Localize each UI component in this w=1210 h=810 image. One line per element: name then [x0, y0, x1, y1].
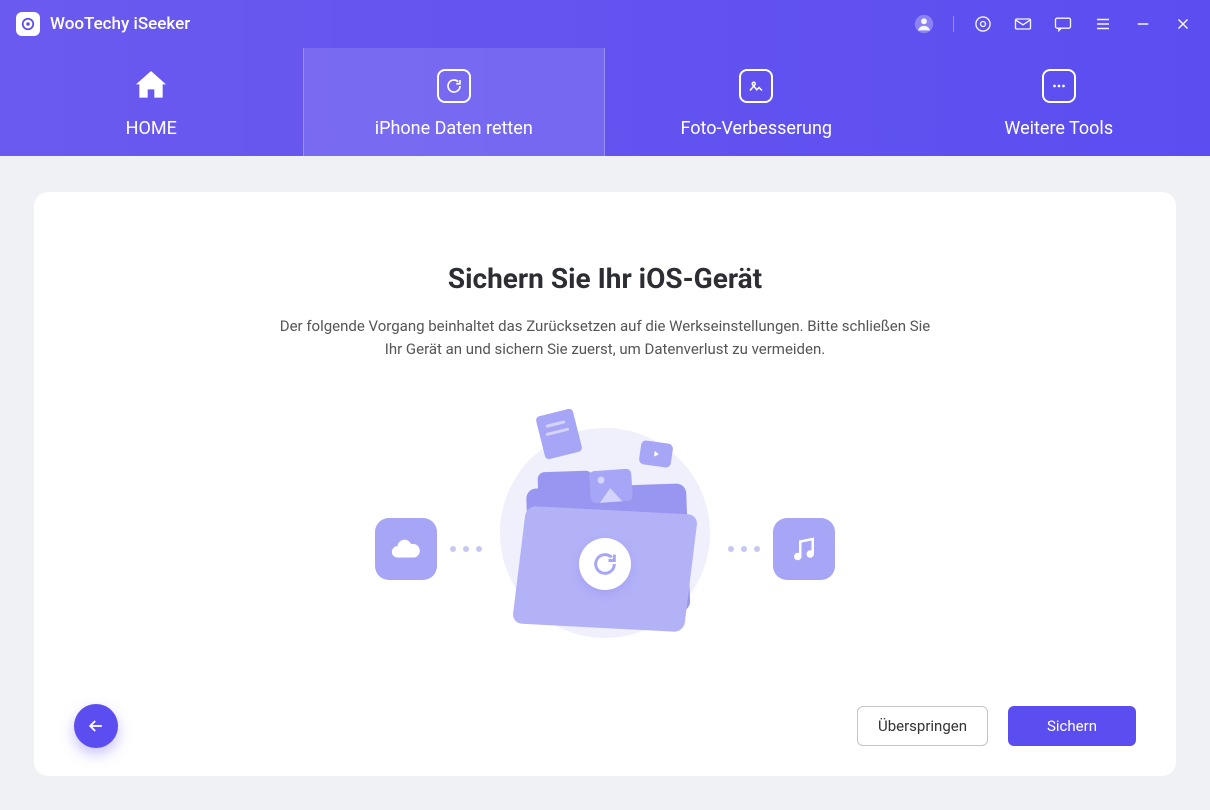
tab-home[interactable]: HOME	[0, 48, 303, 156]
gear-icon[interactable]	[972, 13, 994, 35]
refresh-icon	[579, 538, 631, 590]
main-card: Sichern Sie Ihr iOS-Gerät Der folgende V…	[34, 192, 1176, 776]
page-description: Der folgende Vorgang beinhaltet das Zurü…	[280, 315, 931, 362]
rescue-icon	[434, 66, 474, 106]
backup-illustration	[375, 398, 835, 648]
photo-enhance-icon	[736, 66, 776, 106]
bottom-actions: Überspringen Sichern	[74, 704, 1136, 748]
app-logo-icon	[16, 12, 40, 36]
home-icon	[131, 66, 171, 106]
tab-home-label: HOME	[126, 118, 177, 139]
tab-rescue[interactable]: iPhone Daten retten	[303, 48, 606, 156]
tab-more-tools[interactable]: Weitere Tools	[908, 48, 1210, 156]
dots-right	[728, 546, 760, 552]
menu-icon[interactable]	[1092, 13, 1114, 35]
mail-icon[interactable]	[1012, 13, 1034, 35]
desc-line-2: Ihr Gerät an und sichern Sie zuerst, um …	[385, 340, 825, 358]
tab-photo[interactable]: Foto-Verbesserung	[605, 48, 908, 156]
titlebar-divider	[953, 16, 954, 32]
titlebar: WooTechy iSeeker	[0, 0, 1210, 48]
skip-button[interactable]: Überspringen	[857, 706, 988, 746]
cloud-icon	[375, 518, 437, 580]
tab-rescue-label: iPhone Daten retten	[375, 118, 533, 139]
app-title: WooTechy iSeeker	[50, 14, 190, 34]
dots-left	[450, 546, 482, 552]
nav-tabs: HOME iPhone Daten retten Foto-Verbesseru…	[0, 48, 1210, 156]
content-area: Sichern Sie Ihr iOS-Gerät Der folgende V…	[0, 156, 1210, 810]
back-button[interactable]	[74, 704, 118, 748]
titlebar-brand: WooTechy iSeeker	[16, 12, 190, 36]
close-icon[interactable]	[1172, 13, 1194, 35]
app-window: WooTechy iSeeker	[0, 0, 1210, 810]
button-group: Überspringen Sichern	[857, 706, 1136, 746]
page-title: Sichern Sie Ihr iOS-Gerät	[448, 262, 762, 295]
titlebar-controls	[913, 13, 1194, 35]
chat-icon[interactable]	[1052, 13, 1074, 35]
account-icon[interactable]	[913, 13, 935, 35]
photo-icon	[589, 468, 633, 503]
video-icon	[638, 439, 673, 467]
music-icon	[773, 518, 835, 580]
tab-more-label: Weitere Tools	[1004, 118, 1113, 139]
more-icon	[1039, 66, 1079, 106]
backup-button[interactable]: Sichern	[1008, 706, 1136, 746]
desc-line-1: Der folgende Vorgang beinhaltet das Zurü…	[280, 317, 931, 335]
tab-photo-label: Foto-Verbesserung	[680, 118, 832, 139]
minimize-icon[interactable]	[1132, 13, 1154, 35]
